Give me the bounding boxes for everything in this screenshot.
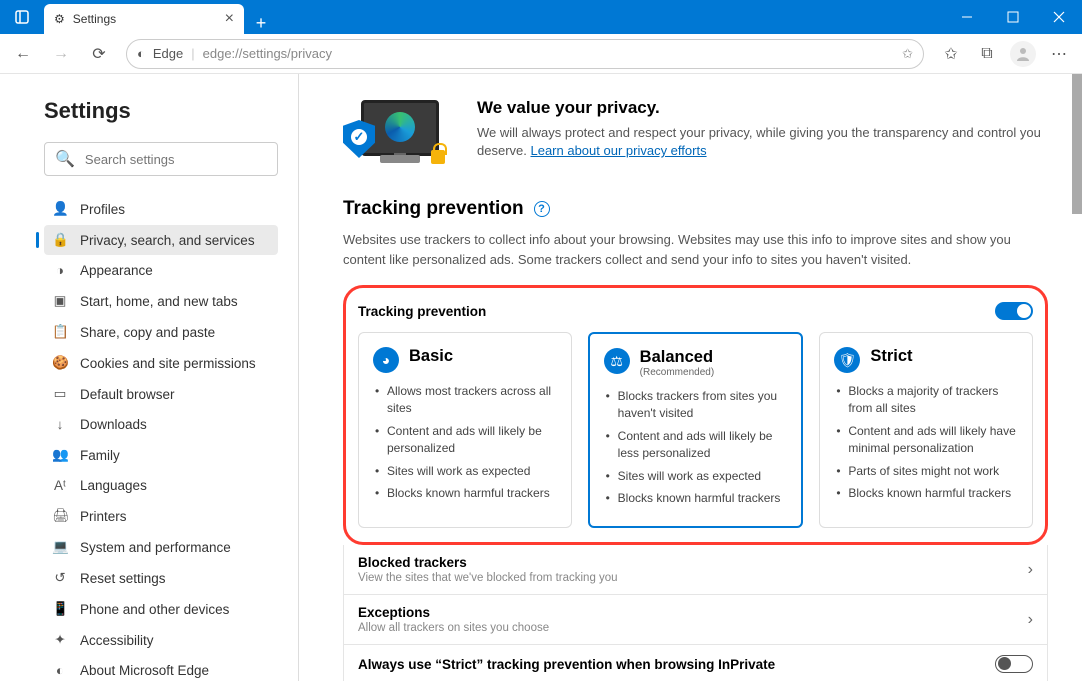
strict-inprivate-row: Always use “Strict” tracking prevention … [343,645,1048,681]
scrollbar[interactable] [1072,74,1082,214]
avatar-icon [1010,41,1036,67]
sidebar-item-appearance[interactable]: ◑Appearance [44,256,278,285]
search-icon: 🔍 [55,149,75,169]
profile-icon: 👤 [52,201,68,217]
back-button[interactable]: ← [6,37,40,71]
blocked-trackers-row[interactable]: Blocked trackers View the sites that we'… [343,545,1048,595]
chevron-right-icon: › [1028,611,1033,629]
lock-icon: 🔒 [52,232,68,248]
gear-icon: ⚙ [54,12,65,26]
sidebar-item-about[interactable]: ◐About Microsoft Edge [44,656,278,681]
edge-icon: ◐ [52,663,68,678]
sidebar-item-share[interactable]: 📋Share, copy and paste [44,317,278,347]
privacy-efforts-link[interactable]: Learn about our privacy efforts [530,143,706,158]
tracking-card-balanced[interactable]: ⚖ Balanced(Recommended) Blocks trackers … [588,332,804,528]
window-icon: ▣ [52,293,68,309]
tracking-description: Websites use trackers to collect info ab… [343,230,1048,269]
minimize-button[interactable] [944,0,990,34]
titlebar: ⚙ Settings × + [0,0,1082,34]
printer-icon: 🖨 [52,508,68,524]
system-icon: 💻 [52,539,68,555]
browser-tab[interactable]: ⚙ Settings × [44,4,244,34]
sidebar-item-system[interactable]: 💻System and performance [44,532,278,562]
sidebar-item-default-browser[interactable]: ▭Default browser [44,379,278,409]
main-content: We value your privacy. We will always pr… [298,74,1082,681]
sidebar-item-reset[interactable]: ↺Reset settings [44,563,278,593]
tracking-card-strict[interactable]: 🛡 Strict Blocks a majority of trackers f… [819,332,1033,528]
collections-button[interactable]: ⧉ [970,37,1004,71]
info-icon[interactable]: ? [534,201,550,217]
chevron-right-icon: › [1028,561,1033,579]
hero-title: We value your privacy. [477,98,1048,118]
download-icon: ↓ [52,417,68,432]
reset-icon: ↺ [52,570,68,586]
refresh-button[interactable]: ⟳ [82,37,116,71]
read-aloud-icon[interactable]: ✩ [902,46,913,62]
exceptions-row[interactable]: Exceptions Allow all trackers on sites y… [343,595,1048,645]
sidebar-item-cookies[interactable]: 🍪Cookies and site permissions [44,348,278,378]
sidebar-item-printers[interactable]: 🖨Printers [44,501,278,531]
tracking-prevention-panel: Tracking prevention ◕ Basic Allows most … [343,285,1048,545]
tracking-heading: Tracking prevention ? [343,198,1048,220]
browser-icon: ▭ [52,386,68,402]
maximize-button[interactable] [990,0,1036,34]
cookie-icon: 🍪 [52,355,68,371]
search-input[interactable] [85,152,267,167]
language-icon: Aᵗ [52,478,68,493]
appearance-icon: ◑ [52,263,68,278]
menu-button[interactable]: ⋯ [1042,37,1076,71]
hero-illustration [343,98,453,170]
family-icon: 👥 [52,447,68,463]
strict-inprivate-toggle[interactable] [995,655,1033,673]
tracking-toggle-label: Tracking prevention [358,304,486,319]
sidebar-item-languages[interactable]: AᵗLanguages [44,471,278,500]
sidebar-item-profiles[interactable]: 👤Profiles [44,194,278,224]
sidebar-item-phone[interactable]: 📱Phone and other devices [44,594,278,624]
new-tab-button[interactable]: + [244,13,278,34]
sidebar-item-accessibility[interactable]: ✦Accessibility [44,625,278,655]
sidebar-item-family[interactable]: 👥Family [44,440,278,470]
edge-icon: ◐ [137,46,145,61]
page-title: Settings [44,98,278,124]
close-window-button[interactable] [1036,0,1082,34]
tracking-card-basic[interactable]: ◕ Basic Allows most trackers across all … [358,332,572,528]
tracking-toggle[interactable] [995,302,1033,320]
forward-button[interactable]: → [44,37,78,71]
tab-actions-icon [15,10,29,24]
navbar: ← → ⟳ ◐ Edge | edge://settings/privacy ✩… [0,34,1082,74]
sidebar-item-privacy[interactable]: 🔒Privacy, search, and services [44,225,278,255]
sidebar-item-downloads[interactable]: ↓Downloads [44,410,278,439]
accessibility-icon: ✦ [52,632,68,648]
tab-actions-button[interactable] [0,0,44,34]
phone-icon: 📱 [52,601,68,617]
settings-nav: 👤Profiles 🔒Privacy, search, and services… [44,194,278,681]
clipboard-icon: 📋 [52,324,68,340]
strict-icon: 🛡 [834,347,860,373]
address-bar[interactable]: ◐ Edge | edge://settings/privacy ✩ [126,39,924,69]
favorites-button[interactable]: ✩ [934,37,968,71]
search-settings[interactable]: 🔍 [44,142,278,176]
privacy-hero: We value your privacy. We will always pr… [343,98,1048,170]
basic-icon: ◕ [373,347,399,373]
settings-sidebar: Settings 🔍 👤Profiles 🔒Privacy, search, a… [0,74,298,681]
balanced-icon: ⚖ [604,348,630,374]
close-tab-button[interactable]: × [225,10,234,28]
address-url: edge://settings/privacy [203,46,332,61]
tab-title: Settings [73,12,116,26]
sidebar-item-start[interactable]: ▣Start, home, and new tabs [44,286,278,316]
profile-button[interactable] [1006,37,1040,71]
address-scheme: Edge [153,46,183,61]
